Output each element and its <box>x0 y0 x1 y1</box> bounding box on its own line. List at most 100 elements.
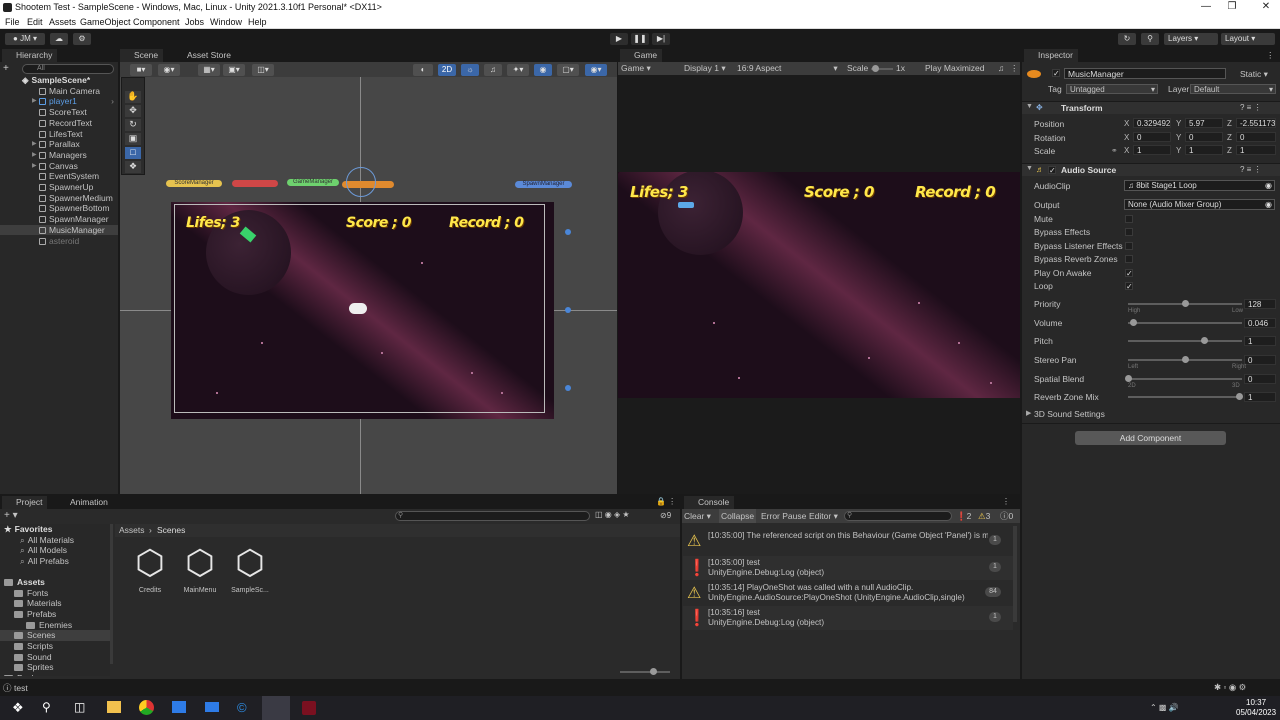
unity-taskbar-icon[interactable] <box>262 696 290 720</box>
slider-value-field[interactable]: 1 <box>1244 392 1276 402</box>
manager-label-game[interactable]: GameManager <box>287 179 339 186</box>
manager-label-red[interactable] <box>232 180 278 187</box>
add-icon[interactable]: + <box>3 63 13 74</box>
project-tree-item[interactable]: Scenes <box>0 630 110 641</box>
gameobject-active-checkbox[interactable]: ✓ <box>1052 69 1060 78</box>
icon-size-knob[interactable] <box>650 668 657 675</box>
task-view-icon[interactable]: ◫ <box>74 700 85 714</box>
static-toggle[interactable]: Static ▾ <box>1240 69 1268 80</box>
project-tree-item[interactable]: Sprites <box>0 662 110 673</box>
hierarchy-item[interactable]: RecordText <box>0 118 118 129</box>
toggle-checkbox[interactable]: ✓ <box>1125 268 1133 277</box>
app-red-icon[interactable] <box>302 701 316 715</box>
layout-dropdown[interactable]: Layout ▾ <box>1221 33 1275 45</box>
menu-file[interactable]: File <box>5 17 20 27</box>
effects-icon[interactable]: ✦▾ <box>507 64 529 76</box>
expand-arrow-icon[interactable]: ▶ <box>32 96 40 107</box>
expand-arrow-icon[interactable]: ▶ <box>32 139 40 150</box>
account-dropdown[interactable]: ● JM ▾ <box>5 33 45 45</box>
audio-icon[interactable]: ♫ <box>484 64 502 76</box>
manager-label-spawn[interactable]: SpawnManager <box>515 181 572 188</box>
hierarchy-item[interactable]: SpawnManager <box>0 214 118 225</box>
object-picker-icon[interactable]: ◉ <box>1265 181 1272 191</box>
lighting-icon[interactable]: ☼ <box>461 64 479 76</box>
slider-knob[interactable] <box>1125 375 1132 382</box>
history-icon[interactable]: ↻ <box>1118 33 1136 45</box>
sound-settings-foldout-icon[interactable]: ▶ <box>1026 409 1031 417</box>
scale-y-field[interactable]: 1 <box>1185 145 1223 155</box>
scene-asset-item[interactable]: ⬡ Credits <box>130 544 170 600</box>
project-tree-item[interactable]: ⌕ All Materials <box>0 535 110 546</box>
draw-mode-icon[interactable]: ■▾ <box>130 64 152 76</box>
prefab-arrow-icon[interactable]: › <box>111 96 114 107</box>
project-tree-item[interactable]: Fonts <box>0 588 110 599</box>
output-field[interactable]: None (Audio Mixer Group) ◉ <box>1124 199 1275 210</box>
store-icon[interactable] <box>172 701 186 713</box>
app-c-icon[interactable]: © <box>237 700 247 715</box>
restore-icon[interactable]: ❐ <box>1222 1 1242 12</box>
game-mode-dropdown[interactable]: Game ▾ <box>621 62 651 75</box>
audio-source-foldout-icon[interactable]: ▼ <box>1026 165 1033 172</box>
hierarchy-item[interactable]: ▶ player1 › <box>0 96 118 107</box>
slider-track[interactable] <box>1128 378 1242 380</box>
collapse-button[interactable]: Collapse <box>719 509 757 523</box>
toggle-checkbox[interactable] <box>1125 255 1133 264</box>
tab-inspector[interactable]: Inspector <box>1024 49 1078 62</box>
console-message[interactable]: ⚠ [10:35:00] The referenced script on thi… <box>683 529 1013 553</box>
menu-edit[interactable]: Edit <box>27 17 43 27</box>
toggle-checkbox[interactable] <box>1125 228 1133 237</box>
project-filter-icons[interactable]: ◫ ◉ ◈ ★ <box>595 510 630 519</box>
console-menu-icon[interactable]: ⋮ <box>1002 497 1010 506</box>
project-tree-item[interactable]: Packages <box>0 673 110 676</box>
editor-dropdown[interactable]: Editor ▾ <box>809 509 838 523</box>
spawner-bottom-gizmo[interactable] <box>565 385 571 391</box>
status-text[interactable]: test <box>14 683 28 693</box>
hidden-count[interactable]: ⊘9 <box>660 511 671 520</box>
position-z-field[interactable]: -2.551173 <box>1236 118 1276 128</box>
scene-asset-item[interactable]: ⬡ MainMenu <box>180 544 220 600</box>
expand-arrow-icon[interactable]: ▶ <box>32 150 40 161</box>
breadcrumb-scenes[interactable]: Scenes <box>157 524 185 537</box>
collab-icon[interactable]: ⚙ <box>73 33 91 45</box>
mail-icon[interactable] <box>205 702 219 712</box>
audio-source-gizmo-icon[interactable] <box>349 303 367 314</box>
visibility-icon[interactable]: ◉ <box>534 64 552 76</box>
menu-component[interactable]: Component <box>133 17 180 27</box>
tag-dropdown[interactable]: Untagged ▾ <box>1066 84 1158 94</box>
game-menu-icon[interactable]: ⋮ <box>1010 62 1019 75</box>
error-pause-button[interactable]: Error Pause <box>761 509 806 523</box>
log-count-toggle[interactable]: ⓘ0 <box>1000 509 1013 523</box>
project-tree-scrollbar[interactable] <box>110 524 113 664</box>
project-tree-item[interactable]: ⌕ All Prefabs <box>0 556 110 567</box>
scale-tool-icon[interactable]: ▣ <box>125 133 141 145</box>
slider-value-field[interactable]: 128 <box>1244 299 1276 309</box>
slider-track[interactable] <box>1128 340 1242 342</box>
clear-button[interactable]: Clear ▾ <box>684 509 711 523</box>
rect-tool-icon[interactable]: □ <box>125 147 141 159</box>
icon-size-slider[interactable] <box>620 671 670 673</box>
spawner-up-gizmo[interactable] <box>565 229 571 235</box>
hierarchy-item[interactable]: LifesText <box>0 129 118 140</box>
scene-asset-item[interactable]: ⬡ SampleSc... <box>230 544 270 600</box>
console-search-input[interactable]: ⚲ <box>844 511 952 521</box>
menu-help[interactable]: Help <box>248 17 267 27</box>
close-icon[interactable]: ✕ <box>1256 1 1276 12</box>
console-message[interactable]: ⚠ [10:35:14] PlayOneShot was called with … <box>683 581 1013 605</box>
tab-hierarchy[interactable]: Hierarchy <box>2 49 58 62</box>
play-maximized-toggle[interactable]: Play Maximized <box>925 62 985 75</box>
slider-value-field[interactable]: 0.046 <box>1244 318 1276 328</box>
gizmos-icon[interactable]: ◉▾ <box>585 64 607 76</box>
transform-tool-icon[interactable]: ❖ <box>125 161 141 173</box>
audioclip-field[interactable]: ♫ 8bit Stage1 Loop ◉ <box>1124 180 1275 191</box>
hierarchy-item[interactable]: MusicManager <box>0 224 118 236</box>
scale-slider-knob[interactable] <box>872 65 879 72</box>
tab-game[interactable]: Game <box>620 49 663 62</box>
add-component-button[interactable]: Add Component <box>1075 431 1226 445</box>
console-message[interactable]: ❗ [10:35:16] test UnityEngine.Debug:Log (o… <box>683 606 1013 630</box>
display-dropdown[interactable]: Display 1 ▾ <box>684 62 726 75</box>
project-tree-item[interactable]: ★ Favorites <box>0 524 110 535</box>
hierarchy-search-input[interactable]: All <box>22 64 114 74</box>
hand-tool-icon[interactable]: ✋ <box>125 91 141 103</box>
slider-track[interactable] <box>1128 322 1242 324</box>
slider-value-field[interactable]: 1 <box>1244 336 1276 346</box>
